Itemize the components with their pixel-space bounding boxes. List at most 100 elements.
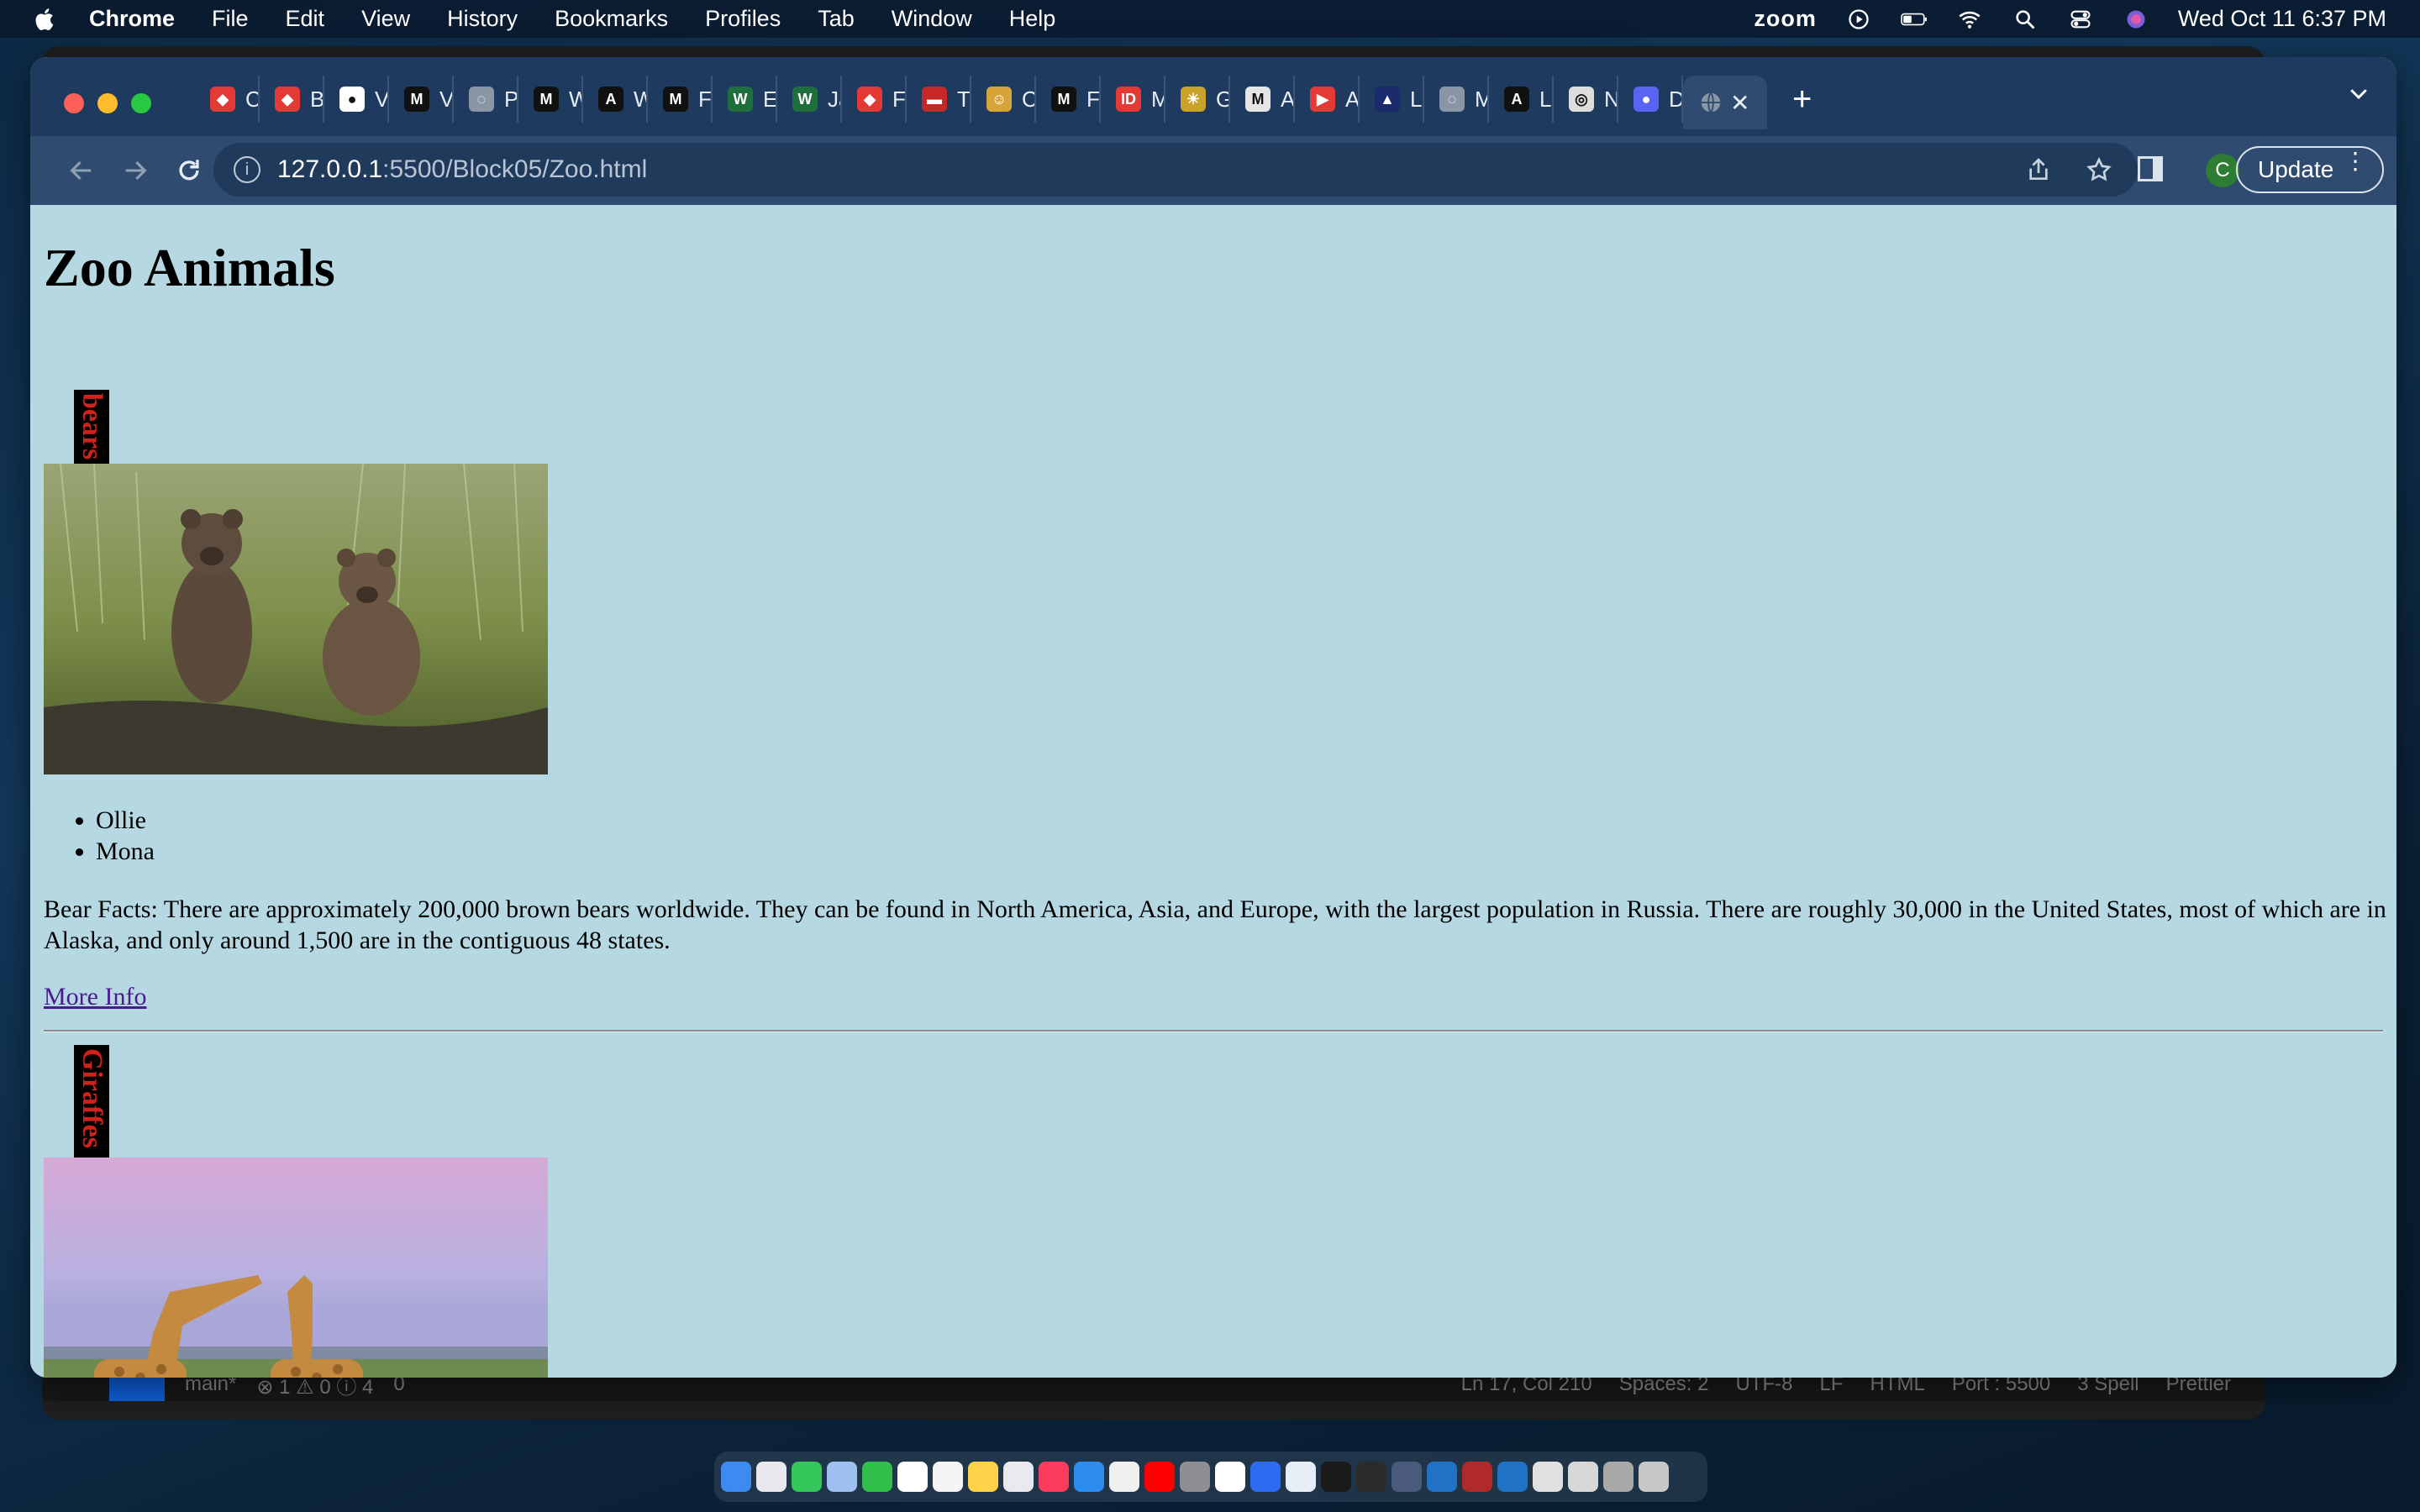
globe-icon — [1701, 92, 1721, 113]
zoom-status-item[interactable]: zoom — [1754, 6, 1817, 32]
share-icon[interactable] — [2025, 156, 2052, 183]
calendar-icon[interactable] — [897, 1462, 928, 1492]
tab-strip: ◆C◆Bl●ViMVa◌PeMWAWMFuWExWJa◆Fu▬Tl☺CMFlID… — [30, 57, 2396, 136]
screenshot-icon[interactable] — [1603, 1462, 1634, 1492]
browser-tab[interactable]: ● Vi — [324, 76, 389, 123]
menu-help[interactable]: Help — [1009, 6, 1056, 32]
terminal-icon[interactable] — [1321, 1462, 1351, 1492]
browser-tab[interactable]: MA — [1230, 76, 1295, 123]
more-menu-icon[interactable]: ⋮ — [2344, 150, 2367, 173]
maps-icon[interactable] — [827, 1462, 857, 1492]
new-tab-button[interactable]: + — [1792, 81, 1812, 118]
tab-favicon-icon: M — [1245, 87, 1270, 112]
menu-bookmarks[interactable]: Bookmarks — [555, 6, 668, 32]
menu-file[interactable]: File — [212, 6, 249, 32]
zoom-window-button[interactable] — [131, 93, 151, 113]
browser-tab[interactable]: W Ex — [713, 76, 777, 123]
messages-icon[interactable] — [792, 1462, 822, 1492]
chevron-down-icon[interactable] — [2346, 81, 2371, 106]
browser-tab[interactable]: M Fl — [1036, 76, 1101, 123]
tab-title: W — [634, 87, 646, 113]
freeform-icon[interactable] — [1003, 1462, 1034, 1492]
vscode-2-icon[interactable] — [1497, 1462, 1528, 1492]
menu-window[interactable]: Window — [892, 6, 972, 32]
tab-favicon-icon: ◌ — [469, 87, 494, 112]
tab-title: Fu — [892, 86, 906, 112]
vscode-icon[interactable] — [1427, 1462, 1457, 1492]
browser-tab[interactable]: ◌M — [1424, 76, 1489, 123]
reload-icon[interactable] — [175, 156, 203, 185]
browser-tab[interactable]: AW — [583, 76, 648, 123]
menu-edit[interactable]: Edit — [286, 6, 325, 32]
menu-view[interactable]: View — [361, 6, 410, 32]
chrome-icon[interactable] — [1109, 1462, 1139, 1492]
more-info-link[interactable]: More Info — [44, 983, 146, 1011]
site-info-icon[interactable]: i — [234, 156, 260, 183]
control-center-icon[interactable] — [2067, 8, 2094, 31]
close-window-button[interactable] — [64, 93, 84, 113]
reminders-icon[interactable] — [933, 1462, 963, 1492]
forward-arrow-icon[interactable] — [121, 156, 150, 185]
browser-tab[interactable]: ▬ Tl — [907, 76, 971, 123]
browser-tab[interactable]: W Ja — [777, 76, 842, 123]
bookmark-star-icon[interactable] — [2086, 156, 2112, 183]
siri-icon[interactable] — [2123, 8, 2149, 31]
update-button[interactable]: Update ⋮ — [2236, 146, 2384, 193]
browser-toolbar: i 127.0.0.1:5500/Block05/Zoo.html C Upda… — [30, 136, 2396, 205]
tab-title: W — [569, 87, 581, 113]
macos-menubar: Chrome File Edit View History Bookmarks … — [0, 0, 2420, 38]
tab-favicon-icon: M — [404, 87, 429, 112]
menu-history[interactable]: History — [447, 6, 518, 32]
app-store-icon[interactable] — [1074, 1462, 1104, 1492]
wifi-icon[interactable] — [1956, 8, 1983, 31]
browser-tab[interactable]: ◆ C — [195, 76, 260, 123]
facetime-icon[interactable] — [862, 1462, 892, 1492]
tab-favicon-icon: W — [728, 87, 753, 112]
active-browser-tab[interactable]: ✕ — [1683, 76, 1767, 129]
browser-tab[interactable]: A Le — [1489, 76, 1554, 123]
battery-icon[interactable] — [1901, 8, 1928, 31]
browser-tab[interactable]: ● D — [1618, 76, 1683, 123]
back-arrow-icon[interactable] — [67, 156, 96, 185]
menubar-datetime[interactable]: Wed Oct 11 6:37 PM — [2178, 6, 2386, 32]
apple-menu-icon[interactable] — [32, 6, 59, 33]
browser-tab[interactable]: ◆ Bl — [260, 76, 324, 123]
browser-tab[interactable]: ID M — [1101, 76, 1165, 123]
play-circle-icon[interactable] — [1845, 8, 1872, 31]
xcode-icon[interactable] — [1286, 1462, 1316, 1492]
menu-tab[interactable]: Tab — [818, 6, 855, 32]
address-bar[interactable]: i 127.0.0.1:5500/Block05/Zoo.html — [213, 143, 2138, 197]
close-tab-icon[interactable]: ✕ — [1730, 89, 1749, 117]
preview-icon[interactable] — [1392, 1462, 1422, 1492]
dictionary-icon[interactable] — [1462, 1462, 1492, 1492]
terminal-2-icon[interactable] — [1356, 1462, 1386, 1492]
tab-favicon-icon: ☀ — [1181, 87, 1206, 112]
document-icon[interactable] — [1533, 1462, 1563, 1492]
profile-avatar[interactable]: C — [2206, 154, 2239, 187]
browser-tab[interactable]: ◆ Fu — [842, 76, 907, 123]
search-icon[interactable] — [2012, 8, 2039, 31]
downloads-icon[interactable] — [1568, 1462, 1598, 1492]
system-settings-icon[interactable] — [1180, 1462, 1210, 1492]
browser-tab[interactable]: ◌ Pe — [454, 76, 518, 123]
browser-tab[interactable]: ◎ N — [1554, 76, 1618, 123]
side-panel-icon[interactable] — [2138, 156, 2163, 181]
notes-icon[interactable] — [968, 1462, 998, 1492]
browser-tab[interactable]: ☺ C — [971, 76, 1036, 123]
finder-icon[interactable] — [721, 1462, 751, 1492]
slack-icon[interactable] — [1215, 1462, 1245, 1492]
browser-tab[interactable]: ☀G — [1165, 76, 1230, 123]
music-icon[interactable] — [1039, 1462, 1069, 1492]
trash-icon[interactable] — [1639, 1462, 1669, 1492]
browser-tab[interactable]: M Va — [389, 76, 454, 123]
menu-profiles[interactable]: Profiles — [705, 6, 781, 32]
zoom-icon[interactable] — [1250, 1462, 1281, 1492]
browser-tab[interactable]: ▲ Lo — [1360, 76, 1424, 123]
youtube-icon[interactable] — [1144, 1462, 1175, 1492]
minimize-window-button[interactable] — [97, 93, 118, 113]
menu-app-name[interactable]: Chrome — [89, 6, 175, 32]
browser-tab[interactable]: ▶ A — [1295, 76, 1360, 123]
launchpad-icon[interactable] — [756, 1462, 786, 1492]
browser-tab[interactable]: MW — [518, 76, 583, 123]
browser-tab[interactable]: M Fu — [648, 76, 713, 123]
